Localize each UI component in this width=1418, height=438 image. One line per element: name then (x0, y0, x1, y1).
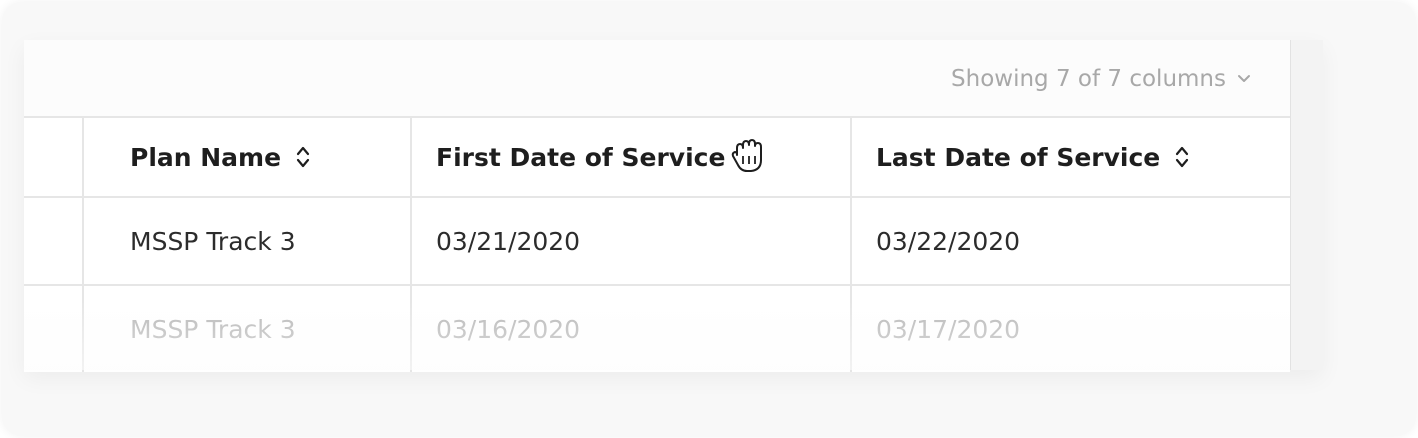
header-label: Plan Name (130, 142, 282, 172)
chevron-down-icon (1238, 75, 1250, 82)
sort-updown-icon[interactable] (295, 144, 311, 170)
cell-plan-name: MSSP Track 3 (130, 226, 296, 256)
sort-updown-icon[interactable] (1174, 144, 1190, 170)
cell-last-date: 03/22/2020 (876, 226, 1021, 256)
table-row[interactable]: MSSP Track 3 03/16/2020 03/17/2020 (24, 286, 1290, 372)
header-first-date-of-service[interactable]: First Date of Service (412, 118, 850, 196)
cell-first-date: 03/21/2020 (436, 226, 581, 256)
table-row[interactable]: MSSP Track 3 03/21/2020 03/22/2020 (24, 198, 1290, 286)
grab-hand-cursor-icon (732, 139, 763, 172)
cell-plan-name: MSSP Track 3 (130, 314, 296, 344)
header-label: First Date of Service (436, 142, 726, 172)
columns-visibility-dropdown[interactable]: Showing 7 of 7 columns (951, 64, 1254, 94)
table-header-row: Plan Name First Date of Service Last Dat… (24, 118, 1290, 198)
columns-count-label: Showing 7 of 7 columns (951, 66, 1226, 92)
table-scrollbar-track[interactable] (1290, 40, 1323, 370)
header-plan-name[interactable]: Plan Name (106, 118, 410, 196)
header-last-date-of-service[interactable]: Last Date of Service (852, 118, 1290, 196)
cell-last-date: 03/17/2020 (876, 314, 1021, 344)
data-table: Plan Name First Date of Service Last Dat… (24, 116, 1290, 372)
cell-first-date: 03/16/2020 (436, 314, 581, 344)
header-label: Last Date of Service (876, 142, 1161, 172)
